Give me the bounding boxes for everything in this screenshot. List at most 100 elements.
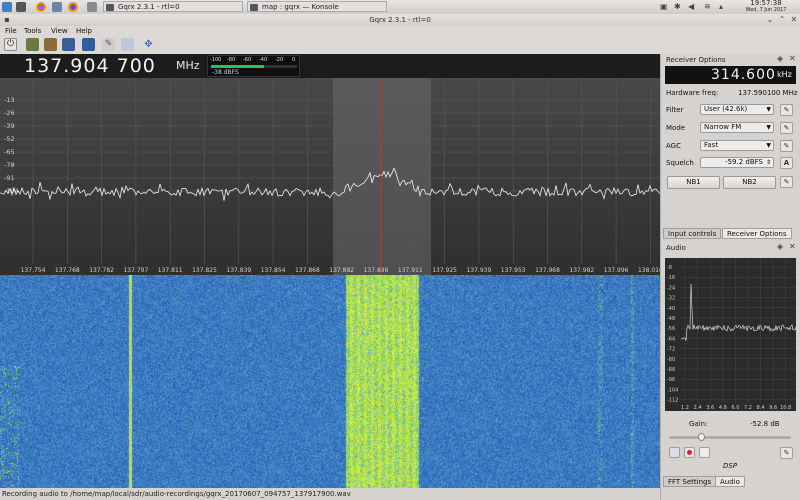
filter-passband[interactable] [333, 78, 431, 275]
receiver-panel: Receiver Options ◈ ✕ 314.600 kHz Hardwar… [660, 54, 800, 500]
task-gqrx[interactable]: Gqrx 2.3.1 - rtl=0 [103, 1, 243, 12]
y-tick-label: -65 [4, 148, 15, 156]
device-icon[interactable] [26, 38, 39, 51]
filter-value: User (42.6k) [704, 105, 748, 113]
x-tick-label: 137.925 [432, 267, 457, 274]
volume-icon[interactable]: ◀ [688, 2, 694, 11]
clipboard-icon[interactable]: ▣ [660, 2, 668, 11]
tab-audio[interactable]: Audio [715, 476, 745, 487]
clock-time: 19:57:38 [750, 0, 782, 7]
x-tick-label: 137.968 [535, 267, 560, 274]
settings-icon[interactable]: ✎ [102, 38, 115, 51]
x-tick-label: 137.882 [329, 267, 354, 274]
fullscreen-icon[interactable] [121, 38, 134, 51]
record-button[interactable] [684, 447, 695, 458]
meter-bar [211, 65, 297, 68]
filter-select[interactable]: User (42.6k) ▼ [700, 104, 774, 115]
audio-y-tick-label: -40 [667, 306, 675, 312]
open-icon[interactable] [44, 38, 57, 51]
save-icon[interactable] [62, 38, 75, 51]
audio-y-tick-label: -80 [667, 357, 675, 363]
maximize-icon[interactable]: ⌃ [777, 14, 787, 25]
gain-slider[interactable] [669, 433, 791, 441]
audio-y-tick-label: -72 [667, 347, 675, 353]
hardware-freq-value: 137.590100 MHz [738, 89, 798, 97]
taskbar: Gqrx 2.3.1 - rtl=0 map : gqrx — Konsole … [0, 0, 800, 15]
panel-close-icon[interactable]: ✕ [789, 54, 796, 63]
mode-select[interactable]: Narrow FM ▼ [700, 122, 774, 133]
x-tick-label: 137.839 [226, 267, 251, 274]
app-icon[interactable]: ▪ [2, 14, 12, 25]
x-tick-label: 137.982 [569, 267, 594, 274]
nb1-button[interactable]: NB1 [667, 176, 720, 189]
signal-meter: -100 -80 -60 -40 -20 0 -38 dBFS [207, 55, 300, 77]
play-button[interactable] [669, 447, 680, 458]
rec-options-button[interactable] [699, 447, 710, 458]
x-tick-label: 137.868 [295, 267, 320, 274]
audio-y-tick-label: -96 [667, 377, 675, 383]
offset-value: 314.600 [711, 67, 776, 83]
menu-tools[interactable]: Tools [24, 26, 41, 36]
clock[interactable]: 19:57:38 Wed, 7 Jun 2017 [735, 0, 797, 13]
audio-x-tick-label: 8.4 [757, 405, 765, 411]
meter-tick: -80 [227, 57, 236, 63]
app-launcher-icon[interactable] [2, 2, 12, 12]
x-tick-label: 137.797 [123, 267, 148, 274]
frequency-display[interactable]: 137.904 700 [24, 55, 156, 77]
mode-label: Mode [666, 124, 686, 132]
dsp-label: DSP [723, 462, 738, 470]
wifi-icon[interactable]: ≋ [704, 2, 711, 11]
x-tick-label: 137.825 [192, 267, 217, 274]
nb2-button[interactable]: NB2 [723, 176, 776, 189]
meter-value: -38 dBFS [212, 69, 239, 76]
waterfall[interactable] [0, 275, 660, 488]
tab-input-controls[interactable]: Input controls [663, 228, 722, 239]
desktop-icon[interactable] [16, 2, 26, 12]
task-konsole[interactable]: map : gqrx — Konsole [247, 1, 387, 12]
spin-arrows-icon[interactable]: ⇕ [766, 158, 771, 167]
x-tick-label: 137.911 [398, 267, 423, 274]
audio-x-tick-label: 2.4 [694, 405, 702, 411]
file-manager-icon[interactable] [87, 2, 97, 12]
firefox-icon[interactable] [68, 2, 78, 12]
squelch-auto-button[interactable]: A [780, 157, 793, 169]
agc-label: AGC [666, 142, 681, 150]
x-tick-label: 137.782 [89, 267, 114, 274]
spectrum-plot[interactable]: -13-26-39-52-65-78-91-104 137.754 137.768… [0, 78, 660, 275]
audio-close-icon[interactable]: ✕ [789, 242, 796, 251]
audio-float-icon[interactable]: ◈ [777, 242, 783, 251]
meter-tick: -20 [275, 57, 284, 63]
menu-view[interactable]: View [51, 26, 68, 36]
filter-options-button[interactable]: ✎ [780, 104, 793, 116]
mode-options-button[interactable]: ✎ [780, 122, 793, 134]
tab-fft-settings[interactable]: FFT Settings [663, 476, 717, 487]
menu-file[interactable]: File [5, 26, 17, 36]
mail-icon[interactable] [52, 2, 62, 12]
chrome-icon[interactable] [36, 2, 46, 12]
audio-fft-plot[interactable]: -8 -16 -24 -32 -40 -48 -56 -64 -72 -80 -88 -96 -104 -… [665, 258, 796, 411]
offset-unit: kHz [777, 70, 792, 79]
menu-help[interactable]: Help [76, 26, 92, 36]
display-icon[interactable] [82, 38, 95, 51]
audio-options-button[interactable]: ✎ [780, 447, 793, 459]
panel-float-icon[interactable]: ◈ [777, 54, 783, 63]
chevron-down-icon: ▼ [766, 142, 771, 149]
mode-value: Narrow FM [704, 123, 742, 131]
tray-expand-icon[interactable]: ▴ [719, 2, 723, 11]
squelch-label: Squelch [666, 159, 694, 167]
agc-value: Fast [704, 141, 719, 149]
squelch-spinbox[interactable]: -59.2 dBFS ⇕ [700, 157, 774, 168]
offset-display[interactable]: 314.600 kHz [665, 66, 796, 84]
fit-icon[interactable]: ✥ [142, 38, 155, 51]
minimize-icon[interactable]: ⌄ [765, 14, 775, 25]
close-icon[interactable]: ✕ [789, 14, 799, 25]
bluetooth-icon[interactable]: ✱ [674, 2, 681, 11]
chevron-down-icon: ▼ [766, 124, 771, 131]
agc-options-button[interactable]: ✎ [780, 140, 793, 152]
power-icon[interactable]: ⏻ [4, 38, 17, 51]
gain-slider-handle[interactable] [697, 433, 705, 441]
agc-select[interactable]: Fast ▼ [700, 140, 774, 151]
nb-options-button[interactable]: ✎ [780, 176, 793, 188]
frequency-unit: MHz [176, 59, 200, 72]
tab-receiver-options[interactable]: Receiver Options [722, 228, 792, 239]
